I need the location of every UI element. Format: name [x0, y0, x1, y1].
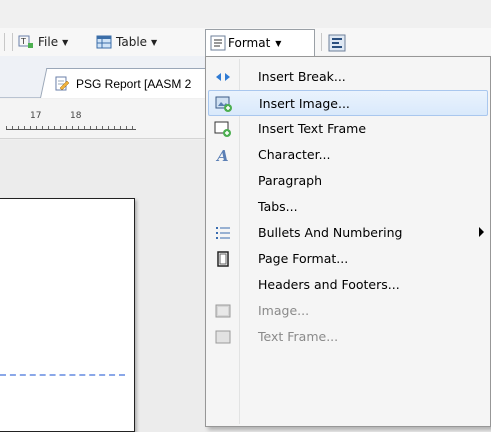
format-menu-label: Format [228, 36, 271, 50]
menu-item-insert-break[interactable]: Insert Break... [208, 64, 488, 90]
document-page[interactable] [0, 198, 135, 432]
image-disabled-icon [214, 302, 232, 320]
ruler-number: 17 [30, 111, 42, 121]
toolbar-separator [321, 33, 322, 51]
chevron-down-icon: ▼ [62, 37, 69, 47]
menu-item-label: Page Format... [258, 251, 349, 266]
menu-item-label: Insert Break... [258, 69, 346, 84]
table-icon [96, 34, 112, 50]
format-icon [210, 35, 226, 51]
toolbar-separator [4, 33, 5, 51]
menu-item-insert-image[interactable]: Insert Image... [208, 90, 488, 116]
page-margin-guide [0, 374, 125, 376]
menu-item-insert-text-frame[interactable]: Insert Text Frame [208, 116, 488, 142]
ruler-number: 18 [70, 111, 82, 121]
menu-item-page-format[interactable]: Page Format... [208, 246, 488, 272]
menu-item-label: Character... [258, 147, 331, 162]
menu-item-label: Text Frame... [258, 329, 339, 344]
menu-item-label: Image... [258, 303, 310, 318]
text-frame-disabled-icon [214, 328, 232, 346]
menu-item-bullets-and-numbering[interactable]: Bullets And Numbering [208, 220, 488, 246]
page-format-icon [214, 250, 232, 268]
chevron-down-icon: ▼ [151, 37, 158, 47]
menu-item-label: Tabs... [258, 199, 298, 214]
document-edit-icon [54, 76, 70, 92]
ruler-ticks [6, 126, 136, 130]
svg-text:T: T [20, 37, 26, 46]
align-icon [328, 34, 346, 52]
menu-item-label: Paragraph [258, 173, 323, 188]
file-menu-button[interactable]: T File ▼ [18, 31, 68, 53]
table-menu-button[interactable]: Table ▼ [96, 31, 157, 53]
insert-image-icon [215, 95, 233, 113]
menu-item-image[interactable]: Image... [208, 298, 488, 324]
chevron-down-icon: ▼ [275, 38, 282, 48]
character-icon: A [214, 146, 232, 164]
table-menu-label: Table [116, 35, 148, 49]
menu-item-text-frame[interactable]: Text Frame... [208, 324, 488, 350]
menu-item-tabs[interactable]: Tabs... [208, 194, 488, 220]
ruler-track: 17 18 [6, 111, 156, 131]
menu-item-label: Headers and Footers... [258, 277, 400, 292]
menu-item-label: Insert Text Frame [258, 121, 367, 136]
menu-item-label: Bullets And Numbering [258, 225, 403, 240]
svg-text:A: A [215, 147, 229, 164]
break-arrows-icon [214, 68, 232, 86]
insert-field-icon: T [18, 34, 34, 50]
menu-item-headers-and-footers[interactable]: Headers and Footers... [208, 272, 488, 298]
menu-item-paragraph[interactable]: Paragraph [208, 168, 488, 194]
file-menu-label: File [38, 35, 59, 49]
insert-text-frame-icon [214, 120, 232, 138]
menu-item-label: Insert Image... [259, 96, 350, 111]
format-menu-button[interactable]: Format ▼ [205, 29, 315, 56]
align-button[interactable] [328, 31, 348, 53]
tab-label: PSG Report [AASM 2 [76, 76, 192, 91]
toolbar-separator [12, 33, 13, 51]
format-dropdown-menu: Insert Break... Insert Image... Insert T… [205, 56, 491, 427]
submenu-arrow-icon [479, 227, 484, 237]
bullets-icon [214, 224, 232, 242]
menu-item-character[interactable]: A Character... [208, 142, 488, 168]
